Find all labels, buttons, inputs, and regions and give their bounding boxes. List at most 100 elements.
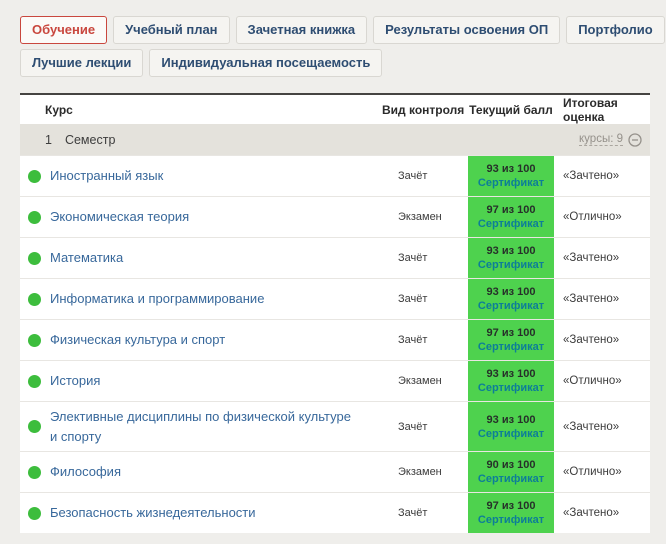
score-value: 93 из 100 xyxy=(486,286,536,298)
certificate-link[interactable]: Сертификат xyxy=(478,514,544,526)
score-badge: 93 из 100 Сертификат xyxy=(468,156,554,196)
score-value: 93 из 100 xyxy=(486,163,536,175)
score-cell: 93 из 100 Сертификат xyxy=(468,156,554,196)
course-cell: Иностранный язык xyxy=(20,156,372,196)
course-link[interactable]: Математика xyxy=(50,248,123,268)
course-cell: Физическая культура и спорт xyxy=(20,320,372,360)
score-badge: 93 из 100 Сертификат xyxy=(468,402,554,451)
certificate-link[interactable]: Сертификат xyxy=(478,300,544,312)
certificate-link[interactable]: Сертификат xyxy=(478,218,544,230)
status-dot-icon xyxy=(28,210,41,224)
tab-individualnaya-poseshchaemost[interactable]: Индивидуальная посещаемость xyxy=(149,49,383,77)
status-dot-icon xyxy=(28,251,41,265)
score-cell: 97 из 100 Сертификат xyxy=(468,320,554,360)
collapse-semester-icon[interactable] xyxy=(628,132,642,147)
tab-row-2: Лучшие лекции Индивидуальная посещаемост… xyxy=(20,49,652,77)
score-badge: 97 из 100 Сертификат xyxy=(468,320,554,360)
final-grade-cell: «Зачтено» xyxy=(563,293,620,305)
tab-rezultaty-osvoeniya-op[interactable]: Результаты освоения ОП xyxy=(373,16,561,44)
table-row: Информатика и программирование Зачёт 93 … xyxy=(20,278,650,319)
semester-number: 1 xyxy=(45,132,52,147)
course-link[interactable]: Физическая культура и спорт xyxy=(50,330,225,350)
table-row: Безопасность жизнедеятельности Зачёт 97 … xyxy=(20,492,650,533)
certificate-link[interactable]: Сертификат xyxy=(478,382,544,394)
score-cell: 97 из 100 Сертификат xyxy=(468,197,554,237)
score-cell: 93 из 100 Сертификат xyxy=(468,238,554,278)
table-row: Иностранный язык Зачёт 93 из 100 Сертифи… xyxy=(20,155,650,196)
final-grade-cell: «Зачтено» xyxy=(563,170,620,182)
status-dot-icon xyxy=(28,465,41,479)
semester-courses-area: курсы: 9 xyxy=(579,132,650,147)
course-rows: Иностранный язык Зачёт 93 из 100 Сертифи… xyxy=(20,155,650,533)
score-cell: 90 из 100 Сертификат xyxy=(468,452,554,492)
final-grade-cell: «Зачтено» xyxy=(563,252,620,264)
tab-obuchenie[interactable]: Обучение xyxy=(20,16,108,44)
table-row: Экономическая теория Экзамен 97 из 100 С… xyxy=(20,196,650,237)
course-cell: Элективные дисциплины по физической куль… xyxy=(20,402,372,451)
score-badge: 90 из 100 Сертификат xyxy=(468,452,554,492)
score-badge: 97 из 100 Сертификат xyxy=(468,197,554,237)
score-cell: 93 из 100 Сертификат xyxy=(468,402,554,451)
final-grade-cell: «Зачтено» xyxy=(563,420,620,433)
table-row: Математика Зачёт 93 из 100 Сертификат «З… xyxy=(20,237,650,278)
course-cell: Безопасность жизнедеятельности xyxy=(20,493,372,533)
control-type-cell: Экзамен xyxy=(398,211,442,223)
score-cell: 93 из 100 Сертификат xyxy=(468,361,554,401)
score-value: 93 из 100 xyxy=(486,413,536,426)
course-link[interactable]: Иностранный язык xyxy=(50,166,163,186)
semester-label: Семестр xyxy=(64,132,116,147)
control-type-cell: Зачёт xyxy=(398,420,428,433)
tabs-area: Обучение Учебный план Зачетная книжка Ре… xyxy=(0,0,666,77)
certificate-link[interactable]: Сертификат xyxy=(478,177,544,189)
score-value: 93 из 100 xyxy=(486,245,536,257)
certificate-link[interactable]: Сертификат xyxy=(478,428,544,440)
final-grade-cell: «Зачтено» xyxy=(563,507,620,519)
tab-luchshie-lekcii[interactable]: Лучшие лекции xyxy=(20,49,144,77)
courses-count-link[interactable]: курсы: 9 xyxy=(579,133,623,146)
tab-portfolio[interactable]: Портфолио xyxy=(566,16,665,44)
semester-row: 1 Семестр курсы: 9 xyxy=(20,124,650,155)
course-link[interactable]: История xyxy=(50,371,100,391)
header-current-score: Текущий балл xyxy=(469,102,553,117)
course-link[interactable]: Экономическая теория xyxy=(50,207,189,227)
score-badge: 93 из 100 Сертификат xyxy=(468,361,554,401)
final-grade-cell: «Отлично» xyxy=(563,466,622,478)
table-header-row: Курс Вид контроля Текущий балл Итоговая … xyxy=(20,95,650,124)
tab-zachetnaya-knizhka[interactable]: Зачетная книжка xyxy=(235,16,368,44)
grades-table: Курс Вид контроля Текущий балл Итоговая … xyxy=(20,93,650,533)
certificate-link[interactable]: Сертификат xyxy=(478,341,544,353)
course-link[interactable]: Безопасность жизнедеятельности xyxy=(50,503,256,523)
final-grade-cell: «Отлично» xyxy=(563,211,622,223)
certificate-link[interactable]: Сертификат xyxy=(478,473,544,485)
table-row: Философия Экзамен 90 из 100 Сертификат «… xyxy=(20,451,650,492)
status-dot-icon xyxy=(28,292,41,306)
course-cell: Философия xyxy=(20,452,372,492)
control-type-cell: Зачёт xyxy=(398,334,428,346)
status-dot-icon xyxy=(28,420,41,433)
table-row: Элективные дисциплины по физической куль… xyxy=(20,401,650,451)
tab-uchebny-plan[interactable]: Учебный план xyxy=(113,16,230,44)
score-value: 93 из 100 xyxy=(486,368,536,380)
table-row: Физическая культура и спорт Зачёт 97 из … xyxy=(20,319,650,360)
score-badge: 97 из 100 Сертификат xyxy=(468,493,554,533)
score-value: 97 из 100 xyxy=(486,500,536,512)
control-type-cell: Экзамен xyxy=(398,466,442,478)
tab-row-1: Обучение Учебный план Зачетная книжка Ре… xyxy=(20,16,665,44)
final-grade-cell: «Отлично» xyxy=(563,375,622,387)
control-type-cell: Экзамен xyxy=(398,375,442,387)
course-cell: Экономическая теория xyxy=(20,197,372,237)
status-dot-icon xyxy=(28,333,41,347)
course-link[interactable]: Философия xyxy=(50,462,121,482)
score-value: 97 из 100 xyxy=(486,204,536,216)
table-row: История Экзамен 93 из 100 Сертификат «От… xyxy=(20,360,650,401)
final-grade-cell: «Зачтено» xyxy=(563,334,620,346)
course-cell: История xyxy=(20,361,372,401)
status-dot-icon xyxy=(28,506,41,520)
score-cell: 97 из 100 Сертификат xyxy=(468,493,554,533)
score-badge: 93 из 100 Сертификат xyxy=(468,238,554,278)
control-type-cell: Зачёт xyxy=(398,252,428,264)
header-final-grade: Итоговая оценка xyxy=(563,95,618,124)
certificate-link[interactable]: Сертификат xyxy=(478,259,544,271)
course-link[interactable]: Элективные дисциплины по физической куль… xyxy=(50,407,360,446)
course-link[interactable]: Информатика и программирование xyxy=(50,289,264,309)
